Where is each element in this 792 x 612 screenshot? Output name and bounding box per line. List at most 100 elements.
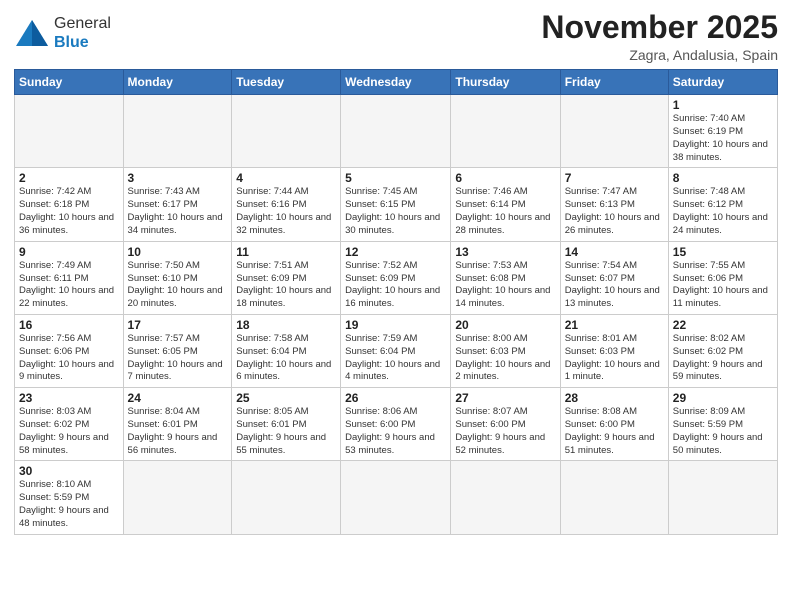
- header-thursday: Thursday: [451, 70, 560, 95]
- calendar-cell: 24Sunrise: 8:04 AM Sunset: 6:01 PM Dayli…: [123, 388, 232, 461]
- day-number: 28: [565, 391, 664, 405]
- day-info: Sunrise: 8:03 AM Sunset: 6:02 PM Dayligh…: [19, 406, 119, 457]
- day-number: 4: [236, 171, 336, 185]
- calendar-cell: 21Sunrise: 8:01 AM Sunset: 6:03 PM Dayli…: [560, 314, 668, 387]
- day-info: Sunrise: 8:02 AM Sunset: 6:02 PM Dayligh…: [673, 333, 773, 384]
- day-number: 2: [19, 171, 119, 185]
- day-number: 26: [345, 391, 446, 405]
- calendar-cell: [123, 95, 232, 168]
- header-monday: Monday: [123, 70, 232, 95]
- day-number: 9: [19, 245, 119, 259]
- day-info: Sunrise: 7:46 AM Sunset: 6:14 PM Dayligh…: [455, 186, 555, 237]
- day-number: 1: [673, 98, 773, 112]
- page: General Blue November 2025 Zagra, Andalu…: [0, 0, 792, 612]
- calendar-cell: 12Sunrise: 7:52 AM Sunset: 6:09 PM Dayli…: [341, 241, 451, 314]
- day-number: 6: [455, 171, 555, 185]
- calendar: Sunday Monday Tuesday Wednesday Thursday…: [14, 69, 778, 535]
- calendar-cell: 10Sunrise: 7:50 AM Sunset: 6:10 PM Dayli…: [123, 241, 232, 314]
- day-info: Sunrise: 8:08 AM Sunset: 6:00 PM Dayligh…: [565, 406, 664, 457]
- day-number: 5: [345, 171, 446, 185]
- calendar-cell: 16Sunrise: 7:56 AM Sunset: 6:06 PM Dayli…: [15, 314, 124, 387]
- calendar-cell: [668, 461, 777, 534]
- calendar-cell: 25Sunrise: 8:05 AM Sunset: 6:01 PM Dayli…: [232, 388, 341, 461]
- calendar-cell: [560, 95, 668, 168]
- month-title: November 2025: [541, 10, 778, 45]
- header-wednesday: Wednesday: [341, 70, 451, 95]
- header-tuesday: Tuesday: [232, 70, 341, 95]
- day-info: Sunrise: 8:05 AM Sunset: 6:01 PM Dayligh…: [236, 406, 336, 457]
- calendar-cell: 2Sunrise: 7:42 AM Sunset: 6:18 PM Daylig…: [15, 168, 124, 241]
- calendar-cell: 11Sunrise: 7:51 AM Sunset: 6:09 PM Dayli…: [232, 241, 341, 314]
- day-info: Sunrise: 7:52 AM Sunset: 6:09 PM Dayligh…: [345, 260, 446, 311]
- day-number: 29: [673, 391, 773, 405]
- day-info: Sunrise: 7:58 AM Sunset: 6:04 PM Dayligh…: [236, 333, 336, 384]
- day-number: 30: [19, 464, 119, 478]
- day-info: Sunrise: 7:42 AM Sunset: 6:18 PM Dayligh…: [19, 186, 119, 237]
- header-sunday: Sunday: [15, 70, 124, 95]
- calendar-cell: 18Sunrise: 7:58 AM Sunset: 6:04 PM Dayli…: [232, 314, 341, 387]
- calendar-cell: [232, 461, 341, 534]
- day-number: 13: [455, 245, 555, 259]
- day-info: Sunrise: 7:51 AM Sunset: 6:09 PM Dayligh…: [236, 260, 336, 311]
- calendar-cell: 27Sunrise: 8:07 AM Sunset: 6:00 PM Dayli…: [451, 388, 560, 461]
- header-friday: Friday: [560, 70, 668, 95]
- day-info: Sunrise: 7:45 AM Sunset: 6:15 PM Dayligh…: [345, 186, 446, 237]
- day-number: 12: [345, 245, 446, 259]
- header-saturday: Saturday: [668, 70, 777, 95]
- calendar-cell: 9Sunrise: 7:49 AM Sunset: 6:11 PM Daylig…: [15, 241, 124, 314]
- day-number: 14: [565, 245, 664, 259]
- calendar-cell: 17Sunrise: 7:57 AM Sunset: 6:05 PM Dayli…: [123, 314, 232, 387]
- day-info: Sunrise: 7:55 AM Sunset: 6:06 PM Dayligh…: [673, 260, 773, 311]
- day-number: 17: [128, 318, 228, 332]
- day-info: Sunrise: 7:48 AM Sunset: 6:12 PM Dayligh…: [673, 186, 773, 237]
- day-number: 22: [673, 318, 773, 332]
- calendar-cell: 28Sunrise: 8:08 AM Sunset: 6:00 PM Dayli…: [560, 388, 668, 461]
- day-info: Sunrise: 7:44 AM Sunset: 6:16 PM Dayligh…: [236, 186, 336, 237]
- day-number: 20: [455, 318, 555, 332]
- calendar-cell: 5Sunrise: 7:45 AM Sunset: 6:15 PM Daylig…: [341, 168, 451, 241]
- day-number: 25: [236, 391, 336, 405]
- calendar-cell: [341, 461, 451, 534]
- calendar-cell: [451, 461, 560, 534]
- day-number: 10: [128, 245, 228, 259]
- calendar-cell: 13Sunrise: 7:53 AM Sunset: 6:08 PM Dayli…: [451, 241, 560, 314]
- day-number: 27: [455, 391, 555, 405]
- day-info: Sunrise: 8:06 AM Sunset: 6:00 PM Dayligh…: [345, 406, 446, 457]
- calendar-cell: 4Sunrise: 7:44 AM Sunset: 6:16 PM Daylig…: [232, 168, 341, 241]
- calendar-cell: 3Sunrise: 7:43 AM Sunset: 6:17 PM Daylig…: [123, 168, 232, 241]
- logo-text: General Blue: [54, 14, 111, 52]
- day-number: 15: [673, 245, 773, 259]
- calendar-cell: 26Sunrise: 8:06 AM Sunset: 6:00 PM Dayli…: [341, 388, 451, 461]
- calendar-cell: [232, 95, 341, 168]
- day-number: 7: [565, 171, 664, 185]
- day-info: Sunrise: 7:47 AM Sunset: 6:13 PM Dayligh…: [565, 186, 664, 237]
- calendar-cell: 15Sunrise: 7:55 AM Sunset: 6:06 PM Dayli…: [668, 241, 777, 314]
- day-info: Sunrise: 7:59 AM Sunset: 6:04 PM Dayligh…: [345, 333, 446, 384]
- calendar-cell: [341, 95, 451, 168]
- calendar-cell: 7Sunrise: 7:47 AM Sunset: 6:13 PM Daylig…: [560, 168, 668, 241]
- calendar-cell: 1Sunrise: 7:40 AM Sunset: 6:19 PM Daylig…: [668, 95, 777, 168]
- day-info: Sunrise: 8:10 AM Sunset: 5:59 PM Dayligh…: [19, 479, 119, 530]
- day-number: 16: [19, 318, 119, 332]
- day-number: 8: [673, 171, 773, 185]
- calendar-cell: 20Sunrise: 8:00 AM Sunset: 6:03 PM Dayli…: [451, 314, 560, 387]
- header: General Blue November 2025 Zagra, Andalu…: [14, 10, 778, 63]
- day-number: 23: [19, 391, 119, 405]
- calendar-cell: 30Sunrise: 8:10 AM Sunset: 5:59 PM Dayli…: [15, 461, 124, 534]
- calendar-cell: [451, 95, 560, 168]
- calendar-cell: 14Sunrise: 7:54 AM Sunset: 6:07 PM Dayli…: [560, 241, 668, 314]
- calendar-cell: [15, 95, 124, 168]
- day-info: Sunrise: 8:01 AM Sunset: 6:03 PM Dayligh…: [565, 333, 664, 384]
- day-info: Sunrise: 8:09 AM Sunset: 5:59 PM Dayligh…: [673, 406, 773, 457]
- title-block: November 2025 Zagra, Andalusia, Spain: [541, 10, 778, 63]
- day-info: Sunrise: 7:53 AM Sunset: 6:08 PM Dayligh…: [455, 260, 555, 311]
- day-info: Sunrise: 7:57 AM Sunset: 6:05 PM Dayligh…: [128, 333, 228, 384]
- day-number: 11: [236, 245, 336, 259]
- day-info: Sunrise: 7:49 AM Sunset: 6:11 PM Dayligh…: [19, 260, 119, 311]
- calendar-cell: 23Sunrise: 8:03 AM Sunset: 6:02 PM Dayli…: [15, 388, 124, 461]
- calendar-cell: 22Sunrise: 8:02 AM Sunset: 6:02 PM Dayli…: [668, 314, 777, 387]
- day-number: 21: [565, 318, 664, 332]
- day-info: Sunrise: 7:54 AM Sunset: 6:07 PM Dayligh…: [565, 260, 664, 311]
- weekday-header-row: Sunday Monday Tuesday Wednesday Thursday…: [15, 70, 778, 95]
- location: Zagra, Andalusia, Spain: [541, 47, 778, 63]
